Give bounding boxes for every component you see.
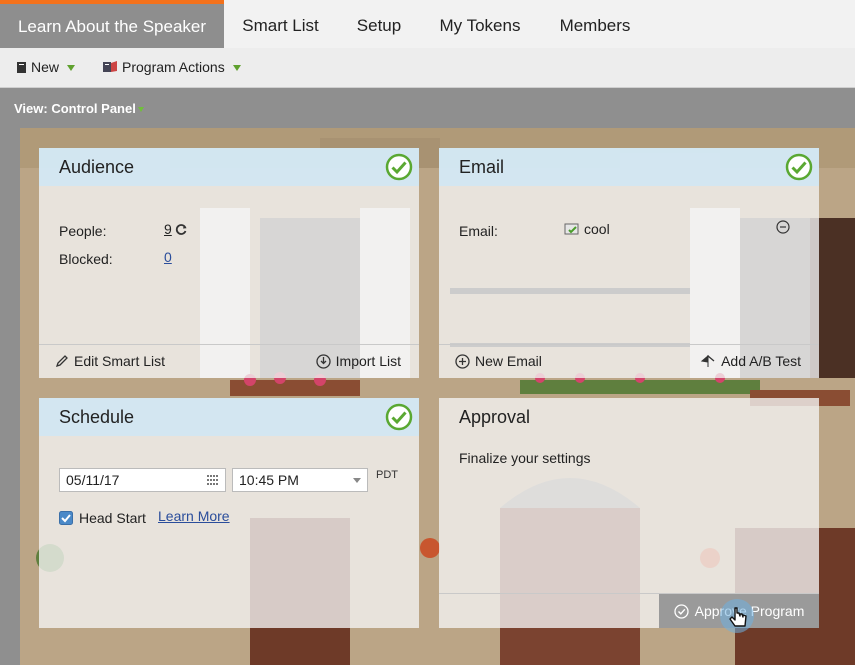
- chevron-down-icon: [232, 65, 241, 71]
- email-asset-icon: [564, 223, 579, 235]
- email-footer: New Email Add A/B Test: [439, 344, 819, 378]
- check-icon: [385, 403, 413, 431]
- schedule-title: Schedule: [59, 407, 135, 427]
- new-label: New: [31, 59, 60, 75]
- head-start-checkbox[interactable]: Head Start: [59, 510, 146, 526]
- audience-header: Audience: [39, 148, 419, 186]
- add-ab-test-button[interactable]: Add A/B Test: [700, 353, 801, 369]
- email-panel: Email Email: cool New Email Add A/B Test: [439, 148, 819, 378]
- email-title: Email: [459, 157, 505, 177]
- add-ab-test-label: Add A/B Test: [721, 353, 801, 369]
- learn-more-link[interactable]: Learn More: [158, 508, 230, 524]
- chevron-down-icon: [137, 107, 144, 112]
- chevron-down-icon: [353, 478, 361, 483]
- timezone-label: PDT: [376, 469, 398, 481]
- new-button[interactable]: New: [16, 59, 76, 75]
- view-label: View: Control Panel: [14, 101, 136, 116]
- tab-learn-about-the-speaker[interactable]: Learn About the Speaker: [0, 0, 224, 48]
- edit-smart-list-button[interactable]: Edit Smart List: [55, 353, 165, 369]
- remove-icon[interactable]: [776, 220, 790, 234]
- new-email-button[interactable]: New Email: [455, 353, 542, 369]
- audience-panel: Audience People: 9 Blocked: 0 Edit Smart…: [39, 148, 419, 378]
- email-asset-name: cool: [584, 221, 610, 237]
- people-label: People:: [59, 223, 107, 239]
- chevron-down-icon: [67, 65, 76, 71]
- toolbar: New Program Actions: [0, 48, 855, 88]
- people-count-link[interactable]: 9: [164, 221, 172, 237]
- tab-members[interactable]: Members: [539, 0, 651, 48]
- ab-test-icon: [700, 354, 715, 367]
- schedule-panel: Schedule 05/11/17 10:45 PM PDT Head Star…: [39, 398, 419, 628]
- view-selector[interactable]: View: Control Panel: [14, 101, 144, 116]
- check-circle-icon: [673, 603, 689, 619]
- import-list-button[interactable]: Import List: [315, 353, 401, 369]
- control-panel-canvas: Audience People: 9 Blocked: 0 Edit Smart…: [20, 128, 855, 665]
- check-icon: [385, 153, 413, 181]
- plus-circle-icon: [455, 353, 470, 369]
- approval-panel: Approval Finalize your settings Approve …: [439, 398, 819, 633]
- date-input[interactable]: 05/11/17: [59, 468, 226, 492]
- schedule-header: Schedule: [39, 398, 419, 436]
- tab-bar: Learn About the Speaker Smart List Setup…: [0, 0, 855, 48]
- pencil-icon: [55, 355, 68, 368]
- hand-cursor-icon: [720, 599, 754, 633]
- new-email-label: New Email: [475, 353, 542, 369]
- approval-message: Finalize your settings: [459, 450, 591, 466]
- time-value: 10:45 PM: [239, 472, 299, 488]
- head-start-label: Head Start: [79, 510, 146, 526]
- edit-smart-list-label: Edit Smart List: [74, 353, 166, 369]
- tab-smart-list[interactable]: Smart List: [224, 0, 337, 48]
- program-actions-button[interactable]: Program Actions: [102, 59, 241, 75]
- approval-title: Approval: [459, 407, 531, 427]
- refresh-icon[interactable]: [175, 223, 188, 236]
- view-bar: View: Control Panel: [0, 88, 855, 128]
- blocked-count-link[interactable]: 0: [164, 249, 172, 265]
- date-value: 05/11/17: [66, 472, 120, 488]
- checkbox-checked-icon: [59, 511, 73, 525]
- email-header: Email: [439, 148, 819, 186]
- tab-setup[interactable]: Setup: [337, 0, 421, 48]
- blocked-label: Blocked:: [59, 251, 113, 267]
- check-icon: [785, 153, 813, 181]
- time-select[interactable]: 10:45 PM: [232, 468, 368, 492]
- new-icon: [17, 61, 26, 73]
- audience-title: Audience: [59, 157, 135, 177]
- email-asset[interactable]: cool: [564, 221, 610, 237]
- tab-my-tokens[interactable]: My Tokens: [421, 0, 539, 48]
- program-actions-icon: [103, 61, 117, 72]
- calendar-icon[interactable]: [206, 474, 220, 486]
- import-icon: [315, 353, 331, 369]
- program-actions-label: Program Actions: [122, 59, 225, 75]
- email-label: Email:: [459, 223, 498, 239]
- import-list-label: Import List: [335, 353, 401, 369]
- audience-footer: Edit Smart List Import List: [39, 344, 419, 378]
